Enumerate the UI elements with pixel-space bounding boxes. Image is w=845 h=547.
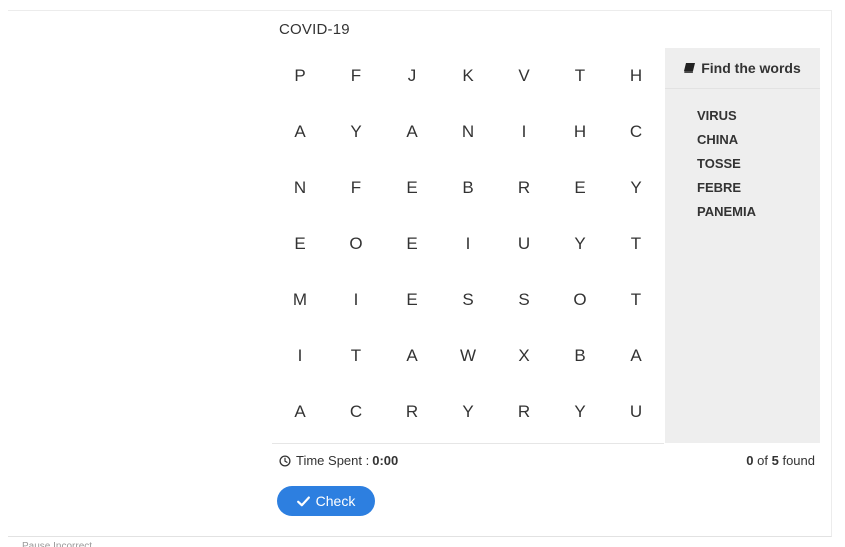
grid-cell-r1-c1[interactable]: P (272, 48, 328, 104)
clock-icon (279, 454, 291, 467)
words-panel: Find the words VIRUS CHINA TOSSE FEBRE PANEM… (665, 48, 820, 443)
grid-cell-r7-c4[interactable]: Y (440, 384, 496, 440)
grid-cell-r5-c5[interactable]: S (496, 272, 552, 328)
found-counter: 0 of 5 found (746, 453, 815, 468)
found-separator: of (753, 453, 772, 468)
grid-cell-r6-c5[interactable]: X (496, 328, 552, 384)
found-count: 0 (746, 453, 754, 468)
grid-cell-r5-c3[interactable]: E (384, 272, 440, 328)
grid-cell-r3-c7[interactable]: Y (608, 160, 664, 216)
grid-cell-r6-c1[interactable]: I (272, 328, 328, 384)
grid-cell-r3-c2[interactable]: F (328, 160, 384, 216)
grid-cell-r7-c7[interactable]: U (608, 384, 664, 440)
grid-cell-r1-c7[interactable]: H (608, 48, 664, 104)
grid-divider (272, 443, 664, 444)
grid-cell-r2-c4[interactable]: N (440, 104, 496, 160)
grid-cell-r6-c2[interactable]: T (328, 328, 384, 384)
time-spent-value: 0:00 (372, 453, 399, 468)
grid-cell-r7-c3[interactable]: R (384, 384, 440, 440)
book-icon (684, 63, 696, 73)
grid-cell-r4-c4[interactable]: I (440, 216, 496, 272)
grid-cell-r5-c6[interactable]: O (552, 272, 608, 328)
found-total: 5 (771, 453, 779, 468)
check-button[interactable]: Check (277, 486, 375, 516)
grid-cell-r2-c6[interactable]: H (552, 104, 608, 160)
grid-cell-r4-c2[interactable]: O (328, 216, 384, 272)
grid-cell-r5-c1[interactable]: M (272, 272, 328, 328)
word-list: VIRUS CHINA TOSSE FEBRE PANEMIA (697, 104, 756, 224)
letter-grid: PFJKVTHAYANIHCNFEBREYEOEIUYTMIESSOTITAWX… (272, 48, 664, 440)
grid-cell-r1-c2[interactable]: F (328, 48, 384, 104)
time-spent-label: Time Spent : (296, 453, 370, 468)
grid-cell-r2-c7[interactable]: C (608, 104, 664, 160)
grid-cell-r4-c6[interactable]: Y (552, 216, 608, 272)
grid-cell-r3-c4[interactable]: B (440, 160, 496, 216)
grid-cell-r6-c7[interactable]: A (608, 328, 664, 384)
grid-cell-r1-c4[interactable]: K (440, 48, 496, 104)
grid-cell-r1-c3[interactable]: J (384, 48, 440, 104)
grid-cell-r5-c2[interactable]: I (328, 272, 384, 328)
page: COVID-19 PFJKVTHAYANIHCNFEBREYEOEIUYTMIE… (0, 0, 845, 547)
grid-cell-r4-c3[interactable]: E (384, 216, 440, 272)
grid-cell-r3-c6[interactable]: E (552, 160, 608, 216)
word-item-panemia: PANEMIA (697, 204, 756, 219)
grid-cell-r6-c3[interactable]: A (384, 328, 440, 384)
grid-cell-r1-c6[interactable]: T (552, 48, 608, 104)
grid-cell-r7-c5[interactable]: R (496, 384, 552, 440)
grid-cell-r3-c3[interactable]: E (384, 160, 440, 216)
grid-cell-r6-c4[interactable]: W (440, 328, 496, 384)
puzzle-title: COVID-19 (279, 21, 350, 38)
bottom-toolbar: Pause Incorrect (22, 542, 92, 547)
check-button-label: Check (315, 493, 356, 509)
grid-cell-r7-c6[interactable]: Y (552, 384, 608, 440)
grid-cell-r2-c5[interactable]: I (496, 104, 552, 160)
word-item-virus: VIRUS (697, 108, 737, 123)
grid-cell-r4-c1[interactable]: E (272, 216, 328, 272)
grid-cell-r4-c5[interactable]: U (496, 216, 552, 272)
grid-cell-r7-c1[interactable]: A (272, 384, 328, 440)
grid-cell-r5-c4[interactable]: S (440, 272, 496, 328)
check-icon (296, 496, 310, 506)
grid-cell-r1-c5[interactable]: V (496, 48, 552, 104)
grid-cell-r5-c7[interactable]: T (608, 272, 664, 328)
time-spent: Time Spent : 0:00 (279, 453, 398, 468)
words-panel-title: Find the words (701, 60, 801, 76)
grid-cell-r2-c3[interactable]: A (384, 104, 440, 160)
grid-cell-r4-c7[interactable]: T (608, 216, 664, 272)
word-item-china: CHINA (697, 132, 739, 147)
words-panel-header: Find the words (665, 48, 820, 89)
grid-cell-r7-c2[interactable]: C (328, 384, 384, 440)
word-item-tosse: TOSSE (697, 156, 741, 171)
word-item-febre: FEBRE (697, 180, 742, 195)
grid-cell-r6-c6[interactable]: B (552, 328, 608, 384)
found-suffix: found (778, 453, 815, 468)
grid-cell-r3-c1[interactable]: N (272, 160, 328, 216)
grid-cell-r2-c2[interactable]: Y (328, 104, 384, 160)
grid-cell-r3-c5[interactable]: R (496, 160, 552, 216)
grid-cell-r2-c1[interactable]: A (272, 104, 328, 160)
